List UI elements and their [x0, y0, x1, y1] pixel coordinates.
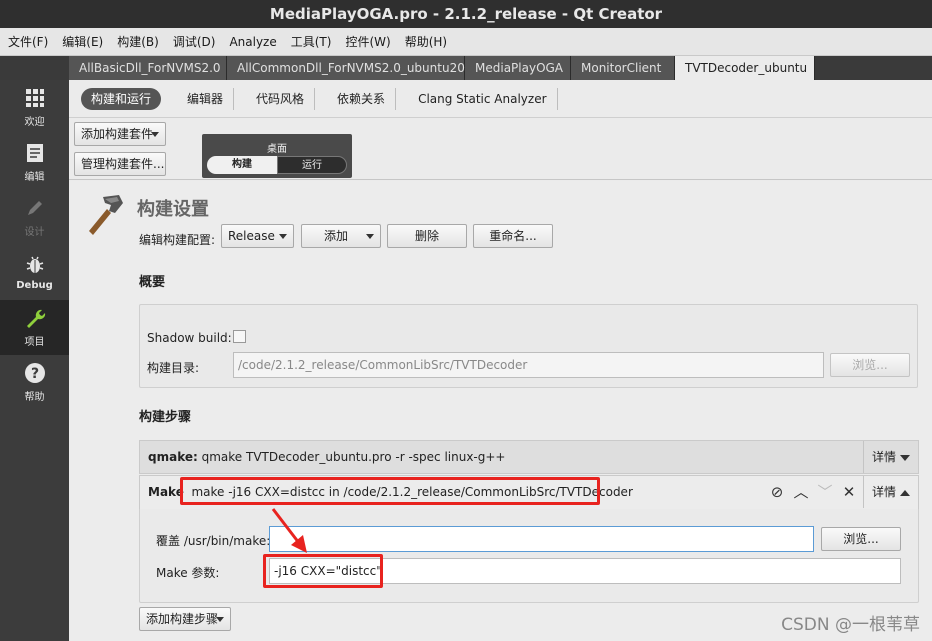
remove-step-icon[interactable]: ✕	[839, 482, 859, 502]
menu-edit[interactable]: 编辑(E)	[62, 33, 103, 50]
build-settings-panel: 构建设置 编辑构建配置: Release 添加 删除 重命名... 概要 Sha…	[69, 181, 932, 641]
edit-config-label: 编辑构建配置:	[139, 233, 216, 247]
disable-step-icon[interactable]: ⊘	[767, 482, 787, 502]
tab-editor[interactable]: 编辑器	[177, 87, 235, 110]
build-steps-title: 构建步骤	[139, 410, 192, 425]
mode-sidebar: 欢迎 编辑 设计 Debug 项目 ? 帮助	[0, 80, 69, 641]
add-config-label: 添加	[323, 229, 348, 243]
add-kit-button[interactable]: 添加构建套件	[74, 122, 166, 146]
build-config-value: Release	[228, 229, 275, 243]
menu-help[interactable]: 帮助(H)	[405, 33, 447, 50]
overview-group: Shadow build: 构建目录: /code/2.1.2_release/…	[139, 304, 918, 388]
details-label: 详情	[872, 485, 897, 499]
project-tabs-spacer	[0, 56, 69, 80]
kit-run-tab[interactable]: 运行	[277, 156, 347, 174]
kit-area: 添加构建套件 管理构建套件... 桌面 构建 运行	[69, 118, 932, 180]
sidebar-label: 欢迎	[24, 117, 45, 128]
add-build-step-label: 添加构建步骤	[146, 612, 219, 626]
grid-icon	[24, 87, 46, 109]
qmake-step-summary: qmake: qmake TVTDecoder_ubuntu.pro -r -s…	[148, 450, 505, 464]
move-up-icon[interactable]: ︿	[791, 482, 811, 502]
tab-dependencies[interactable]: 依赖关系	[327, 87, 397, 110]
sidebar-item-edit[interactable]: 编辑	[0, 135, 69, 190]
qmake-step-prefix: qmake:	[148, 450, 198, 464]
project-tab-allcommondll[interactable]: AllCommonDll_ForNVMS2.0_ubuntu20	[227, 56, 465, 80]
add-config-button[interactable]: 添加	[301, 224, 381, 248]
page-title: 构建设置	[137, 199, 209, 220]
menu-file[interactable]: 文件(F)	[8, 33, 48, 50]
wrench-icon	[24, 307, 46, 329]
sidebar-item-help[interactable]: ? 帮助	[0, 355, 69, 410]
qmake-step-command: qmake TVTDecoder_ubuntu.pro -r -spec lin…	[201, 450, 506, 464]
document-icon	[24, 142, 46, 164]
sidebar-label: Debug	[16, 280, 53, 291]
sidebar-label: 项目	[24, 337, 45, 348]
project-tab-tvtdecoder[interactable]: TVTDecoder_ubuntu	[675, 56, 815, 80]
window-title: MediaPlayOGA.pro - 2.1.2_release - Qt Cr…	[0, 0, 932, 28]
build-dir-label: 构建目录:	[147, 361, 200, 375]
chevron-up-icon	[900, 489, 911, 496]
tab-build-run[interactable]: 构建和运行	[81, 87, 162, 110]
sidebar-label: 设计	[24, 227, 45, 238]
add-build-step-button[interactable]: 添加构建步骤	[139, 607, 231, 631]
menu-debug[interactable]: 调试(D)	[173, 33, 216, 50]
menu-widgets[interactable]: 控件(W)	[345, 33, 390, 50]
manage-kits-button[interactable]: 管理构建套件...	[74, 152, 166, 176]
build-dir-browse-button[interactable]: 浏览...	[830, 353, 910, 377]
move-down-icon[interactable]: ﹀	[815, 482, 835, 502]
highlight-make-args	[263, 554, 383, 588]
build-dir-field[interactable]: /code/2.1.2_release/CommonLibSrc/TVTDeco…	[233, 352, 824, 378]
annotation-arrow-icon	[271, 508, 307, 553]
menu-tools[interactable]: 工具(T)	[291, 33, 332, 50]
menu-analyze[interactable]: Analyze	[229, 35, 276, 49]
tab-code-style[interactable]: 代码风格	[246, 87, 316, 110]
bug-icon	[24, 254, 46, 276]
sidebar-label: 编辑	[24, 172, 45, 183]
override-make-label: 覆盖 /usr/bin/make:	[156, 534, 271, 548]
project-tab-mediaplayoga[interactable]: MediaPlayOGA	[465, 56, 571, 80]
menu-build[interactable]: 构建(B)	[117, 33, 159, 50]
project-tab-monitorclient[interactable]: MonitorClient	[571, 56, 675, 80]
project-tab-allbasicdll[interactable]: AllBasicDll_ForNVMS2.0	[69, 56, 227, 80]
qmake-step-row[interactable]: qmake: qmake TVTDecoder_ubuntu.pro -r -s…	[139, 440, 919, 474]
project-tabs: AllBasicDll_ForNVMS2.0 AllCommonDll_ForN…	[69, 56, 932, 80]
pencil-icon	[24, 197, 46, 219]
override-make-field[interactable]	[269, 526, 814, 552]
qmake-details-button[interactable]: 详情	[863, 441, 918, 473]
sidebar-label: 帮助	[24, 392, 45, 403]
overview-title: 概要	[139, 275, 166, 290]
override-make-browse-button[interactable]: 浏览...	[821, 527, 901, 551]
kit-build-tab[interactable]: 构建	[207, 156, 277, 174]
sidebar-item-welcome[interactable]: 欢迎	[0, 80, 69, 135]
menu-bar: 文件(F) 编辑(E) 构建(B) 调试(D) Analyze 工具(T) 控件…	[0, 28, 932, 56]
kit-selector-desktop[interactable]: 桌面 构建 运行	[202, 134, 352, 178]
tab-clang-analyzer[interactable]: Clang Static Analyzer	[408, 87, 558, 110]
sidebar-item-debug[interactable]: Debug	[0, 245, 69, 300]
help-icon: ?	[24, 362, 46, 384]
highlight-make-command	[180, 477, 600, 505]
delete-config-button[interactable]: 删除	[387, 224, 467, 248]
sidebar-item-projects[interactable]: 项目	[0, 300, 69, 355]
chevron-down-icon	[900, 454, 911, 461]
add-kit-label: 添加构建套件	[81, 127, 154, 141]
svg-text:?: ?	[30, 366, 38, 382]
settings-tabs: 构建和运行 编辑器 代码风格 依赖关系 Clang Static Analyze…	[69, 80, 932, 118]
shadow-build-checkbox[interactable]	[233, 330, 246, 343]
sidebar-item-design[interactable]: 设计	[0, 190, 69, 245]
make-details-button[interactable]: 详情	[863, 476, 918, 508]
watermark: CSDN @一根苇草	[781, 615, 920, 635]
hammer-icon	[83, 191, 127, 235]
details-label: 详情	[872, 450, 897, 464]
kit-title: 桌面	[267, 144, 287, 155]
shadow-build-label: Shadow build:	[147, 331, 232, 345]
build-config-select[interactable]: Release	[221, 224, 294, 248]
rename-config-button[interactable]: 重命名...	[473, 224, 553, 248]
make-step-prefix: Make	[148, 485, 184, 499]
make-args-label: Make 参数:	[156, 566, 220, 580]
